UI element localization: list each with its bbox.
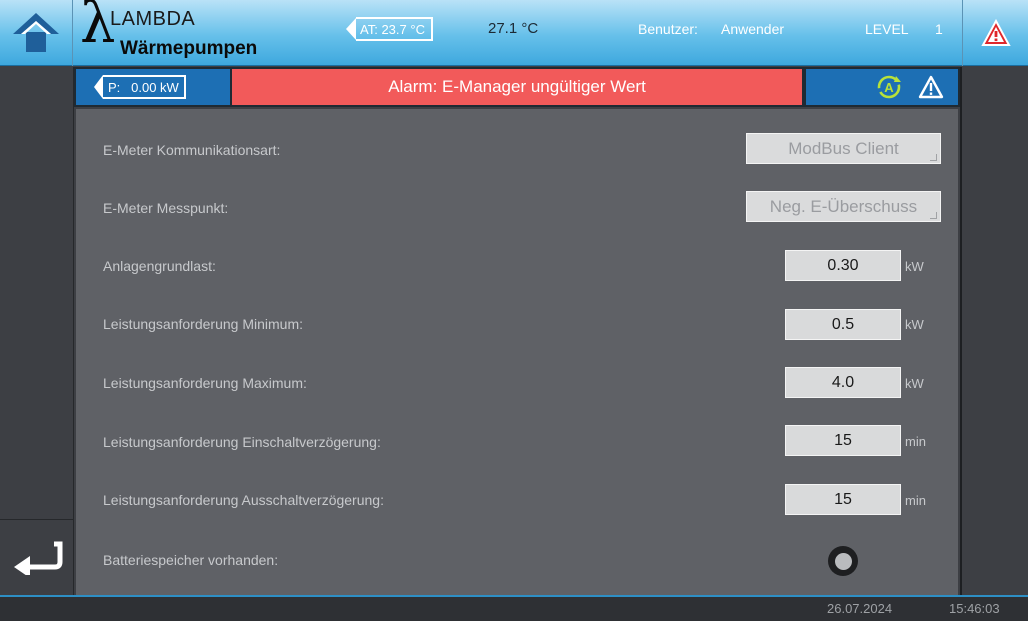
battery-radio[interactable]: [828, 546, 858, 576]
off-delay-input[interactable]: 15: [785, 484, 901, 515]
power-indicator[interactable]: P: 0.00 kW: [76, 69, 230, 105]
baseload-input[interactable]: 0.30: [785, 250, 901, 281]
warning-outline-icon[interactable]: [918, 75, 944, 99]
back-button[interactable]: [0, 519, 74, 595]
app-window: λ LAMBDA Wärmepumpen AT: 23.7 °C 27.1 °C…: [0, 0, 1028, 621]
lambda-logo: λ LAMBDA Wärmepumpen: [80, 0, 290, 64]
outside-temp-indicator[interactable]: AT: 23.7 °C: [346, 17, 433, 41]
home-button[interactable]: [0, 0, 73, 66]
on-delay-unit: min: [905, 434, 926, 449]
power-label: P:: [108, 79, 121, 95]
bottom-bar: 26.07.2024 15:46:03: [0, 595, 1028, 621]
dropdown-corner-icon: [930, 154, 937, 161]
max-label: Leistungsanforderung Maximum:: [103, 375, 307, 391]
level-value: 1: [935, 21, 943, 37]
warning-triangle-icon: [980, 19, 1011, 46]
min-label: Leistungsanforderung Minimum:: [103, 316, 303, 332]
logo-brand: LAMBDA: [110, 8, 196, 30]
min-input[interactable]: 0.5: [785, 309, 901, 340]
top-bar: λ LAMBDA Wärmepumpen AT: 23.7 °C 27.1 °C…: [0, 0, 1028, 66]
radio-indicator: [834, 552, 852, 570]
outside-temp-box: AT: 23.7 °C: [356, 17, 433, 41]
right-sidebar: [960, 67, 1028, 595]
measure-value: Neg. E-Überschuss: [769, 196, 918, 216]
auto-mode-icon[interactable]: A: [876, 74, 902, 100]
measure-label: E-Meter Messpunkt:: [103, 200, 229, 216]
user-value: Anwender: [721, 21, 785, 37]
comm-select[interactable]: ModBus Client: [746, 133, 941, 164]
power-value: 0.00 kW: [131, 79, 179, 95]
left-sidebar: [0, 67, 74, 595]
alarm-message-banner[interactable]: Alarm: E-Manager ungültiger Wert: [232, 69, 802, 105]
on-delay-label: Leistungsanforderung Einschaltverzögerun…: [103, 434, 381, 450]
comm-label: E-Meter Kommunikationsart:: [103, 142, 281, 158]
alarm-button[interactable]: [962, 0, 1028, 66]
comm-value: ModBus Client: [788, 138, 899, 158]
outside-temp-label: AT:: [360, 21, 378, 37]
left-arrow-icon: [94, 75, 103, 99]
power-box: P: 0.00 kW: [103, 75, 186, 99]
on-delay-input[interactable]: 15: [785, 425, 901, 456]
footer-date: 26.07.2024: [827, 601, 893, 616]
battery-label: Batteriespeicher vorhanden:: [103, 552, 279, 568]
user-label: Benutzer:: [638, 21, 698, 37]
temperature-readout: 27.1 °C: [488, 20, 539, 37]
back-arrow-icon: [14, 541, 63, 575]
home-icon: [13, 13, 59, 52]
max-unit: kW: [905, 376, 924, 391]
off-delay-unit: min: [905, 493, 926, 508]
dropdown-corner-icon: [930, 212, 937, 219]
status-row: P: 0.00 kW Alarm: E-Manager ungültiger W…: [74, 67, 960, 107]
logo-subtitle: Wärmepumpen: [120, 38, 258, 59]
settings-panel: E-Meter Kommunikationsart: ModBus Client…: [76, 109, 958, 595]
status-icons: A: [806, 69, 958, 105]
measure-select[interactable]: Neg. E-Überschuss: [746, 191, 941, 222]
auto-mode-letter: A: [884, 80, 894, 95]
baseload-label: Anlagengrundlast:: [103, 258, 216, 274]
level-label: LEVEL: [865, 21, 909, 37]
baseload-unit: kW: [905, 259, 924, 274]
footer-time: 15:46:03: [949, 601, 1000, 616]
off-delay-label: Leistungsanforderung Ausschaltverzögerun…: [103, 492, 384, 508]
max-input[interactable]: 4.0: [785, 367, 901, 398]
outside-temp-value: 23.7 °C: [381, 21, 425, 37]
min-unit: kW: [905, 317, 924, 332]
left-arrow-icon: [346, 18, 356, 40]
